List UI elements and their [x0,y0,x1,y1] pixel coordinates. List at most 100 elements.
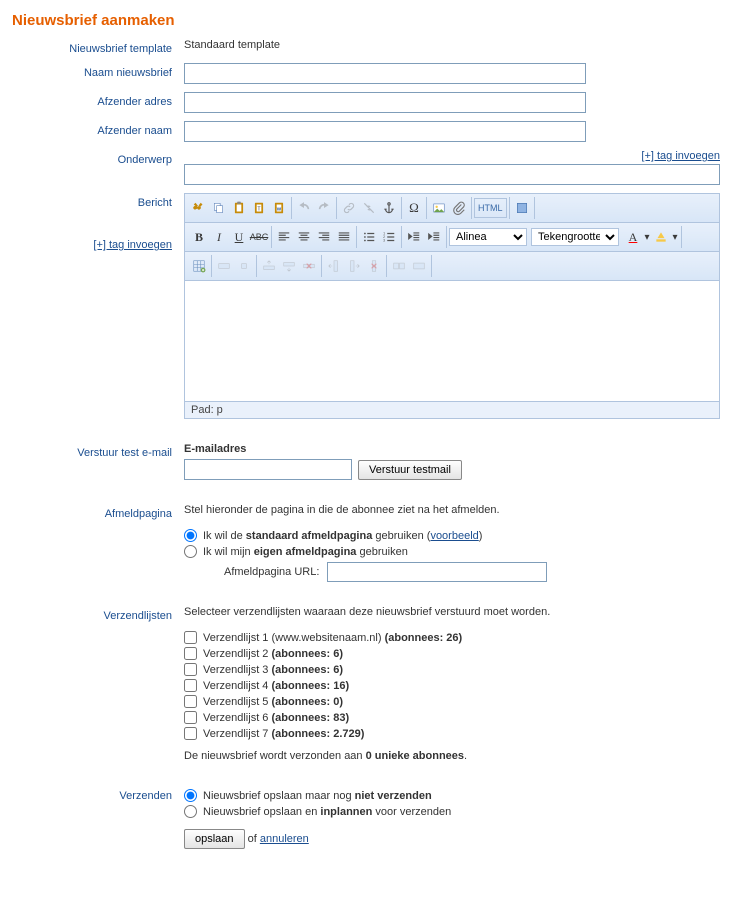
rich-text-editor: T W Ω [184,193,720,419]
indent-icon[interactable] [424,227,444,247]
list-checkbox[interactable] [184,727,197,740]
list-item: Verzendlijst 6 (abonnees: 83) [184,711,715,724]
row-insert-before-icon[interactable] [259,256,279,276]
col-insert-before-icon[interactable] [324,256,344,276]
unlink-icon[interactable] [359,198,379,218]
copy-icon[interactable] [209,198,229,218]
label-lists: Verzendlijsten [12,606,184,622]
label-subject: Onderwerp [12,150,184,166]
row-delete-icon[interactable] [299,256,319,276]
paste-text-icon[interactable]: T [249,198,269,218]
underline-icon[interactable]: U [229,227,249,247]
text-color-icon[interactable]: A [623,227,643,247]
outdent-icon[interactable] [404,227,424,247]
list-checkbox[interactable] [184,647,197,660]
message-insert-tag-link[interactable]: [+] tag invoegen [93,239,172,251]
sender-addr-input[interactable] [184,92,586,113]
align-center-icon[interactable] [294,227,314,247]
list-item-label: Verzendlijst 2 (abonnees: 6) [203,648,343,660]
subject-insert-tag-link[interactable]: [+] tag invoegen [641,150,720,162]
align-right-icon[interactable] [314,227,334,247]
list-item-label: Verzendlijst 4 (abonnees: 16) [203,680,349,692]
label-message: Bericht [12,197,172,209]
col-delete-icon[interactable] [364,256,384,276]
list-checkbox[interactable] [184,679,197,692]
label-send: Verzenden [12,786,184,802]
list-checkbox[interactable] [184,631,197,644]
unsub-own-radio[interactable] [184,545,197,558]
list-item-label: Verzendlijst 3 (abonnees: 6) [203,664,343,676]
cells-merge-icon[interactable] [409,256,429,276]
page-title: Nieuwsbrief aanmaken [12,12,731,29]
paste-word-icon[interactable]: W [269,198,289,218]
link-icon[interactable] [339,198,359,218]
name-input[interactable] [184,63,586,84]
format-select[interactable]: Alinea [449,228,527,246]
list-item-label: Verzendlijst 5 (abonnees: 0) [203,696,343,708]
list-item: Verzendlijst 4 (abonnees: 16) [184,679,715,692]
subject-input[interactable] [184,164,720,185]
label-unsubscribe: Afmeldpagina [12,504,184,520]
lists-intro: Selecteer verzendlijsten waaraan deze ni… [184,606,715,618]
text-color-dropdown-icon[interactable]: ▾ [643,227,651,247]
test-email-input[interactable] [184,459,352,480]
list-item: Verzendlijst 2 (abonnees: 6) [184,647,715,660]
list-item: Verzendlijst 1 (www.websitenaam.nl) (abo… [184,631,715,644]
label-name: Naam nieuwsbrief [12,63,184,79]
attach-icon[interactable] [449,198,469,218]
anchor-icon[interactable] [379,198,399,218]
send-schedule-radio[interactable] [184,805,197,818]
fontsize-select[interactable]: Tekengrootte [531,228,619,246]
label-template: Nieuwsbrief template [12,39,184,55]
unsubscribe-intro: Stel hieronder de pagina in die de abonn… [184,504,715,516]
table-row-props-icon[interactable] [214,256,234,276]
editor-body[interactable] [185,281,719,401]
unsub-example-link[interactable]: voorbeeld [430,530,478,542]
bg-color-icon[interactable] [651,227,671,247]
table-cell-props-icon[interactable] [234,256,254,276]
unsub-default-radio[interactable] [184,529,197,542]
sender-name-input[interactable] [184,121,586,142]
label-sender-name: Afzender naam [12,121,184,137]
list-ol-icon[interactable]: 123 [379,227,399,247]
redo-icon[interactable] [314,198,334,218]
align-left-icon[interactable] [274,227,294,247]
cancel-link[interactable]: annuleren [260,833,309,845]
row-insert-after-icon[interactable] [279,256,299,276]
paste-icon[interactable] [229,198,249,218]
italic-icon[interactable]: I [209,227,229,247]
svg-text:3: 3 [383,239,385,243]
unsub-own-label: Ik wil mijn eigen afmeldpagina gebruiken [203,546,408,558]
col-insert-after-icon[interactable] [344,256,364,276]
send-schedule-label: Nieuwsbrief opslaan en inplannen voor ve… [203,806,451,818]
table-insert-icon[interactable] [189,256,209,276]
cut-icon[interactable] [189,198,209,218]
list-checkbox[interactable] [184,663,197,676]
strike-icon[interactable]: ABC [249,227,269,247]
fullscreen-icon[interactable] [512,198,532,218]
html-source-button[interactable]: HTML [474,198,507,218]
list-checkbox[interactable] [184,711,197,724]
list-item: Verzendlijst 3 (abonnees: 6) [184,663,715,676]
svg-text:W: W [277,206,282,211]
send-testmail-button[interactable]: Verstuur testmail [358,460,462,480]
list-item-label: Verzendlijst 6 (abonnees: 83) [203,712,349,724]
undo-icon[interactable] [294,198,314,218]
align-justify-icon[interactable] [334,227,354,247]
image-icon[interactable] [429,198,449,218]
list-checkbox[interactable] [184,695,197,708]
test-email-field-label: E-mailadres [184,443,715,455]
list-item: Verzendlijst 7 (abonnees: 2.729) [184,727,715,740]
unsub-url-input[interactable] [327,562,547,582]
bold-icon[interactable]: B [189,227,209,247]
unsub-url-label: Afmeldpagina URL: [224,566,319,578]
save-button[interactable]: opslaan [184,829,245,849]
send-save-radio[interactable] [184,789,197,802]
cells-split-icon[interactable] [389,256,409,276]
list-ul-icon[interactable] [359,227,379,247]
list-item-label: Verzendlijst 7 (abonnees: 2.729) [203,728,364,740]
list-item-label: Verzendlijst 1 (www.websitenaam.nl) (abo… [203,632,462,644]
bg-color-dropdown-icon[interactable]: ▾ [671,227,679,247]
special-char-icon[interactable]: Ω [404,198,424,218]
lists-summary: De nieuwsbrief wordt verzonden aan 0 uni… [184,750,715,762]
